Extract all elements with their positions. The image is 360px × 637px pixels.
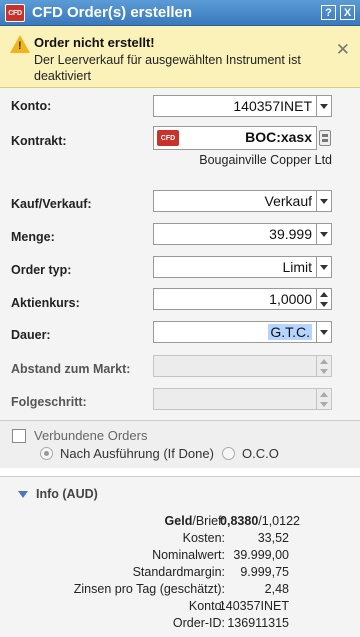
contract-field[interactable]: CFD BOC:xasx: [153, 126, 317, 150]
oco-label: O.C.O: [242, 446, 279, 461]
warning-icon: !: [10, 35, 30, 53]
bid-ask-value: 0,8380/1,0122: [220, 514, 300, 528]
linked-orders-checkbox[interactable]: [12, 429, 26, 443]
bid-ask-label: Geld/Brief:: [165, 514, 225, 528]
price-input[interactable]: 1,0000: [153, 288, 317, 310]
quantity-label: Menge:: [11, 230, 55, 244]
contract-label: Kontrakt:: [11, 134, 67, 148]
duration-dropdown-arrow[interactable]: [317, 321, 332, 343]
cfd-badge-icon: CFD: [157, 130, 179, 146]
contract-symbol: BOC:xasx: [245, 129, 312, 145]
contract-name: Bougainville Copper Ltd: [199, 153, 332, 167]
trailing-label: Folgeschritt:: [11, 395, 87, 409]
linked-orders-section: Verbundene Orders Nach Ausführung (If Do…: [0, 420, 360, 468]
price-label: Aktienkurs:: [11, 296, 80, 310]
account-label: Konto:: [11, 99, 52, 113]
distance-stepper[interactable]: [317, 355, 332, 377]
info-row-value: 136911315: [227, 616, 289, 630]
price-stepper[interactable]: [317, 288, 332, 310]
help-button[interactable]: ?: [321, 5, 336, 20]
if-done-radio[interactable]: [40, 447, 53, 460]
bid-value: 0,8380: [220, 514, 259, 528]
close-alert-icon[interactable]: ✕: [336, 40, 350, 60]
window-title: CFD Order(s) erstellen: [32, 4, 193, 21]
info-row-value: 140357INET: [218, 599, 289, 613]
duration-select[interactable]: G.T.C.: [153, 321, 317, 343]
contract-lookup-icon[interactable]: [319, 130, 331, 146]
distance-label: Abstand zum Markt:: [11, 362, 131, 376]
trailing-input[interactable]: [153, 388, 317, 410]
info-row-label: Kosten:: [182, 531, 225, 545]
if-done-label: Nach Ausführung (If Done): [60, 446, 214, 461]
side-dropdown-arrow[interactable]: [317, 190, 332, 212]
ordertype-label: Order typ:: [11, 263, 72, 277]
distance-input[interactable]: [153, 355, 317, 377]
alert-title: Order nicht erstellt!: [34, 35, 155, 50]
info-row-value: 39.999,00: [233, 548, 289, 562]
linked-orders-label: Verbundene Orders: [34, 428, 148, 443]
error-alert: ! Order nicht erstellt! Der Leerverkauf …: [0, 26, 360, 88]
side-select[interactable]: Verkauf: [153, 190, 317, 212]
quantity-dropdown-arrow[interactable]: [317, 223, 332, 245]
duration-value: G.T.C.: [268, 324, 312, 340]
ordertype-select[interactable]: Limit: [153, 256, 317, 278]
oco-radio[interactable]: [222, 447, 235, 460]
ordertype-dropdown-arrow[interactable]: [317, 256, 332, 278]
quantity-input[interactable]: 39.999: [153, 223, 317, 245]
account-select[interactable]: 140357INET: [153, 95, 317, 117]
ask-value: /1,0122: [258, 514, 300, 528]
info-row-label: Standardmargin:: [132, 565, 225, 579]
info-row-label: Order-ID:: [172, 616, 225, 630]
window-titlebar: CFD CFD Order(s) erstellen ? X: [0, 0, 360, 26]
info-title[interactable]: Info (AUD): [36, 487, 98, 501]
info-row-value: 33,52: [257, 531, 289, 545]
side-label: Kauf/Verkauf:: [11, 197, 92, 211]
cfd-app-icon: CFD: [5, 4, 25, 22]
bid-label: Geld: [164, 514, 193, 528]
info-row-label: Zinsen pro Tag (geschätzt):: [73, 582, 225, 596]
duration-label: Dauer:: [11, 328, 51, 342]
info-row-label: Nominalwert:: [152, 548, 225, 562]
close-window-button[interactable]: X: [340, 5, 355, 20]
info-panel: Info (AUD) Geld/Brief: 0,8380/1,0122 Kos…: [0, 476, 360, 637]
info-row-value: 9.999,75: [240, 565, 289, 579]
collapse-arrow-icon[interactable]: [18, 491, 28, 498]
account-dropdown-arrow[interactable]: [317, 95, 332, 117]
info-row-value: 2,48: [264, 582, 289, 596]
alert-message: Der Leerverkauf für ausgewählten Instrum…: [34, 53, 301, 83]
trailing-stepper[interactable]: [317, 388, 332, 410]
